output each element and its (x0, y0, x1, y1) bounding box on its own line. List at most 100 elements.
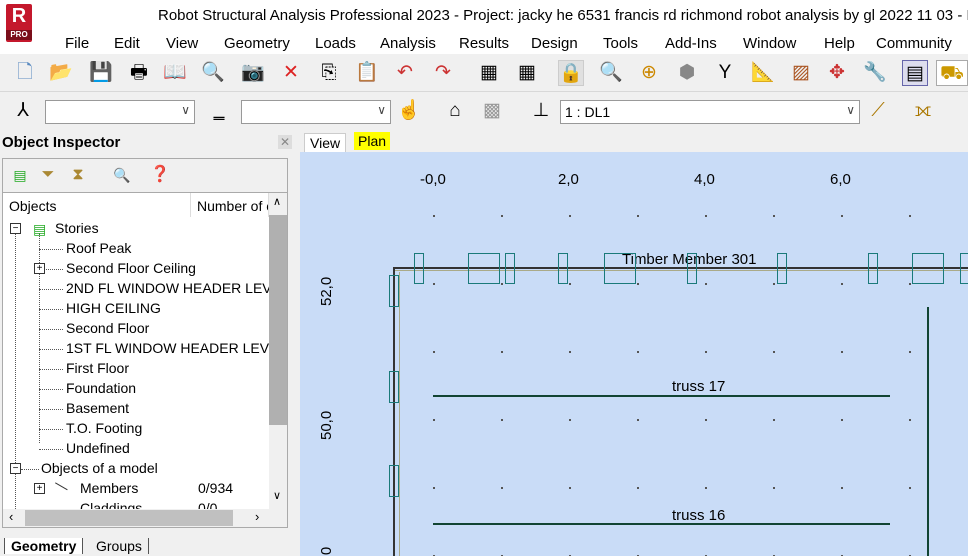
tree-item-stories[interactable]: Stories (55, 220, 99, 236)
open-icon[interactable]: 📂 (48, 60, 74, 86)
book-icon[interactable]: 📖 (162, 60, 188, 86)
tree-item-story[interactable]: HIGH CEILING (66, 300, 161, 316)
member-section[interactable] (604, 253, 636, 284)
redo-icon[interactable]: ↷ (430, 60, 456, 86)
load-select-icon[interactable]: ⟋ (865, 98, 891, 124)
menu-loads[interactable]: Loads (315, 35, 356, 52)
menu-edit[interactable]: Edit (114, 35, 140, 52)
menu-help[interactable]: Help (824, 35, 855, 52)
tab-plan[interactable]: Plan (354, 132, 391, 150)
tree-item-story[interactable]: Undefined (66, 440, 130, 456)
truss-16-line[interactable] (433, 523, 890, 525)
story-icon[interactable]: ⌂ (442, 98, 468, 124)
tree-item-objects-of-model[interactable]: Objects of a model (41, 460, 158, 476)
tree-item-story[interactable]: Roof Peak (66, 240, 131, 256)
tree-item-story[interactable]: Second Floor (66, 320, 149, 336)
save-icon[interactable]: 💾 (88, 60, 114, 86)
menu-tools[interactable]: Tools (603, 35, 638, 52)
member-line[interactable] (927, 307, 929, 556)
calculator-icon[interactable]: ▦ (476, 60, 502, 86)
member-section[interactable] (468, 253, 500, 284)
tree-item-story[interactable]: Second Floor Ceiling (66, 260, 196, 276)
horizontal-scrollbar[interactable]: ‹ › (3, 509, 287, 527)
calculator2-icon[interactable]: ▦ (514, 60, 540, 86)
bar-selection-combo[interactable]: ∨ (241, 100, 391, 124)
search-icon[interactable]: 🔍 (109, 162, 135, 188)
tree-item-story[interactable]: Foundation (66, 380, 136, 396)
tree-item-story[interactable]: T.O. Footing (66, 420, 142, 436)
expand-toggle[interactable]: + (34, 263, 45, 274)
menu-geometry[interactable]: Geometry (224, 35, 290, 52)
member-section[interactable] (558, 253, 568, 284)
stories-icon[interactable]: ▤ (7, 162, 33, 188)
tab-view[interactable]: View (304, 133, 347, 153)
lock-icon[interactable]: 🔒 (558, 60, 584, 86)
drawing-canvas[interactable]: -0,0 2,0 4,0 6,0 52,0 50,0 48,0 Timber M… (300, 152, 968, 556)
collapse-toggle[interactable]: − (10, 463, 21, 474)
layout-selector[interactable]: ⛟ (936, 60, 968, 86)
hand-select-icon[interactable]: ☝ (396, 98, 422, 124)
truss-17-line[interactable] (433, 395, 890, 397)
delete-icon[interactable]: ✕ (278, 60, 304, 86)
zoom-icon[interactable]: 🔍 (598, 60, 624, 86)
copy-icon[interactable]: ⎘ (316, 60, 342, 86)
menu-file[interactable]: File (65, 35, 89, 52)
mesh-icon[interactable]: ▨ (788, 60, 814, 86)
column-header-count[interactable]: Number of o (191, 193, 269, 217)
menu-window[interactable]: Window (743, 35, 796, 52)
menu-view[interactable]: View (166, 35, 198, 52)
menu-community[interactable]: Community (876, 35, 952, 52)
load-select2-icon[interactable]: ⟗ (910, 98, 936, 124)
tab-groups[interactable]: Groups (90, 538, 149, 554)
collapse-toggle[interactable]: − (10, 223, 21, 234)
member-section[interactable] (687, 253, 697, 284)
scroll-thumb[interactable] (25, 510, 233, 526)
tree-item-story[interactable]: Basement (66, 400, 129, 416)
member-section[interactable] (389, 371, 399, 403)
tree-item-story[interactable]: 2ND FL WINDOW HEADER LEVEL (66, 280, 287, 296)
scroll-thumb[interactable] (269, 215, 287, 425)
menu-analysis[interactable]: Analysis (380, 35, 436, 52)
menu-results[interactable]: Results (459, 35, 509, 52)
measure-icon[interactable]: 📐 (750, 60, 776, 86)
vertical-scrollbar[interactable]: ∧ ∨ (269, 193, 287, 509)
zoom-all-icon[interactable]: ⊕ (636, 60, 662, 86)
menu-add-ins[interactable]: Add-Ins (665, 35, 717, 52)
close-icon[interactable]: ✕ (278, 135, 292, 149)
member-section[interactable] (389, 275, 399, 307)
supports-icon[interactable]: Y (712, 60, 738, 86)
layout-icon[interactable]: ▤ (902, 60, 928, 86)
robot-logo[interactable]: R PRO (6, 4, 32, 42)
structure-icon[interactable]: ⬢ (674, 60, 700, 86)
member-section[interactable] (868, 253, 878, 284)
camera-icon[interactable]: 📷 (240, 60, 266, 86)
filter-icon[interactable]: ⏷ (35, 162, 61, 188)
paste-icon[interactable]: 📋 (354, 60, 380, 86)
member-section[interactable] (960, 253, 968, 284)
print-icon[interactable]: 🖶 (126, 60, 152, 86)
member-section[interactable] (912, 253, 944, 284)
member-section[interactable] (505, 253, 515, 284)
load-case-combo[interactable]: 1 : DL1 ∨ (560, 100, 860, 124)
load-case-icon[interactable]: ⊥ (528, 98, 554, 124)
clear-filter-icon[interactable]: ⧗ (65, 162, 91, 188)
help-icon[interactable]: ❓ (147, 162, 173, 188)
preview-icon[interactable]: 🔍 (200, 60, 226, 86)
menu-design[interactable]: Design (531, 35, 578, 52)
model-icon[interactable]: ✥ (824, 60, 850, 86)
node-selection-combo[interactable]: ∨ (45, 100, 195, 124)
member-section[interactable] (777, 253, 787, 284)
member-section[interactable] (414, 253, 424, 284)
tree-item-members[interactable]: Members (80, 480, 138, 496)
tab-geometry[interactable]: Geometry (4, 538, 84, 554)
wall-line[interactable] (393, 267, 395, 556)
tree-item-story[interactable]: First Floor (66, 360, 129, 376)
column-header-objects[interactable]: Objects (3, 193, 191, 217)
bar-select-icon[interactable]: ‗ (206, 98, 232, 124)
tree-item-story[interactable]: 1ST FL WINDOW HEADER LEVEL (66, 340, 286, 356)
node-select-icon[interactable]: ⅄ (10, 98, 36, 124)
expand-toggle[interactable]: + (34, 483, 45, 494)
member-section[interactable] (389, 465, 399, 497)
new-icon[interactable]: 🗋 (12, 60, 38, 86)
undo-icon[interactable]: ↶ (392, 60, 418, 86)
